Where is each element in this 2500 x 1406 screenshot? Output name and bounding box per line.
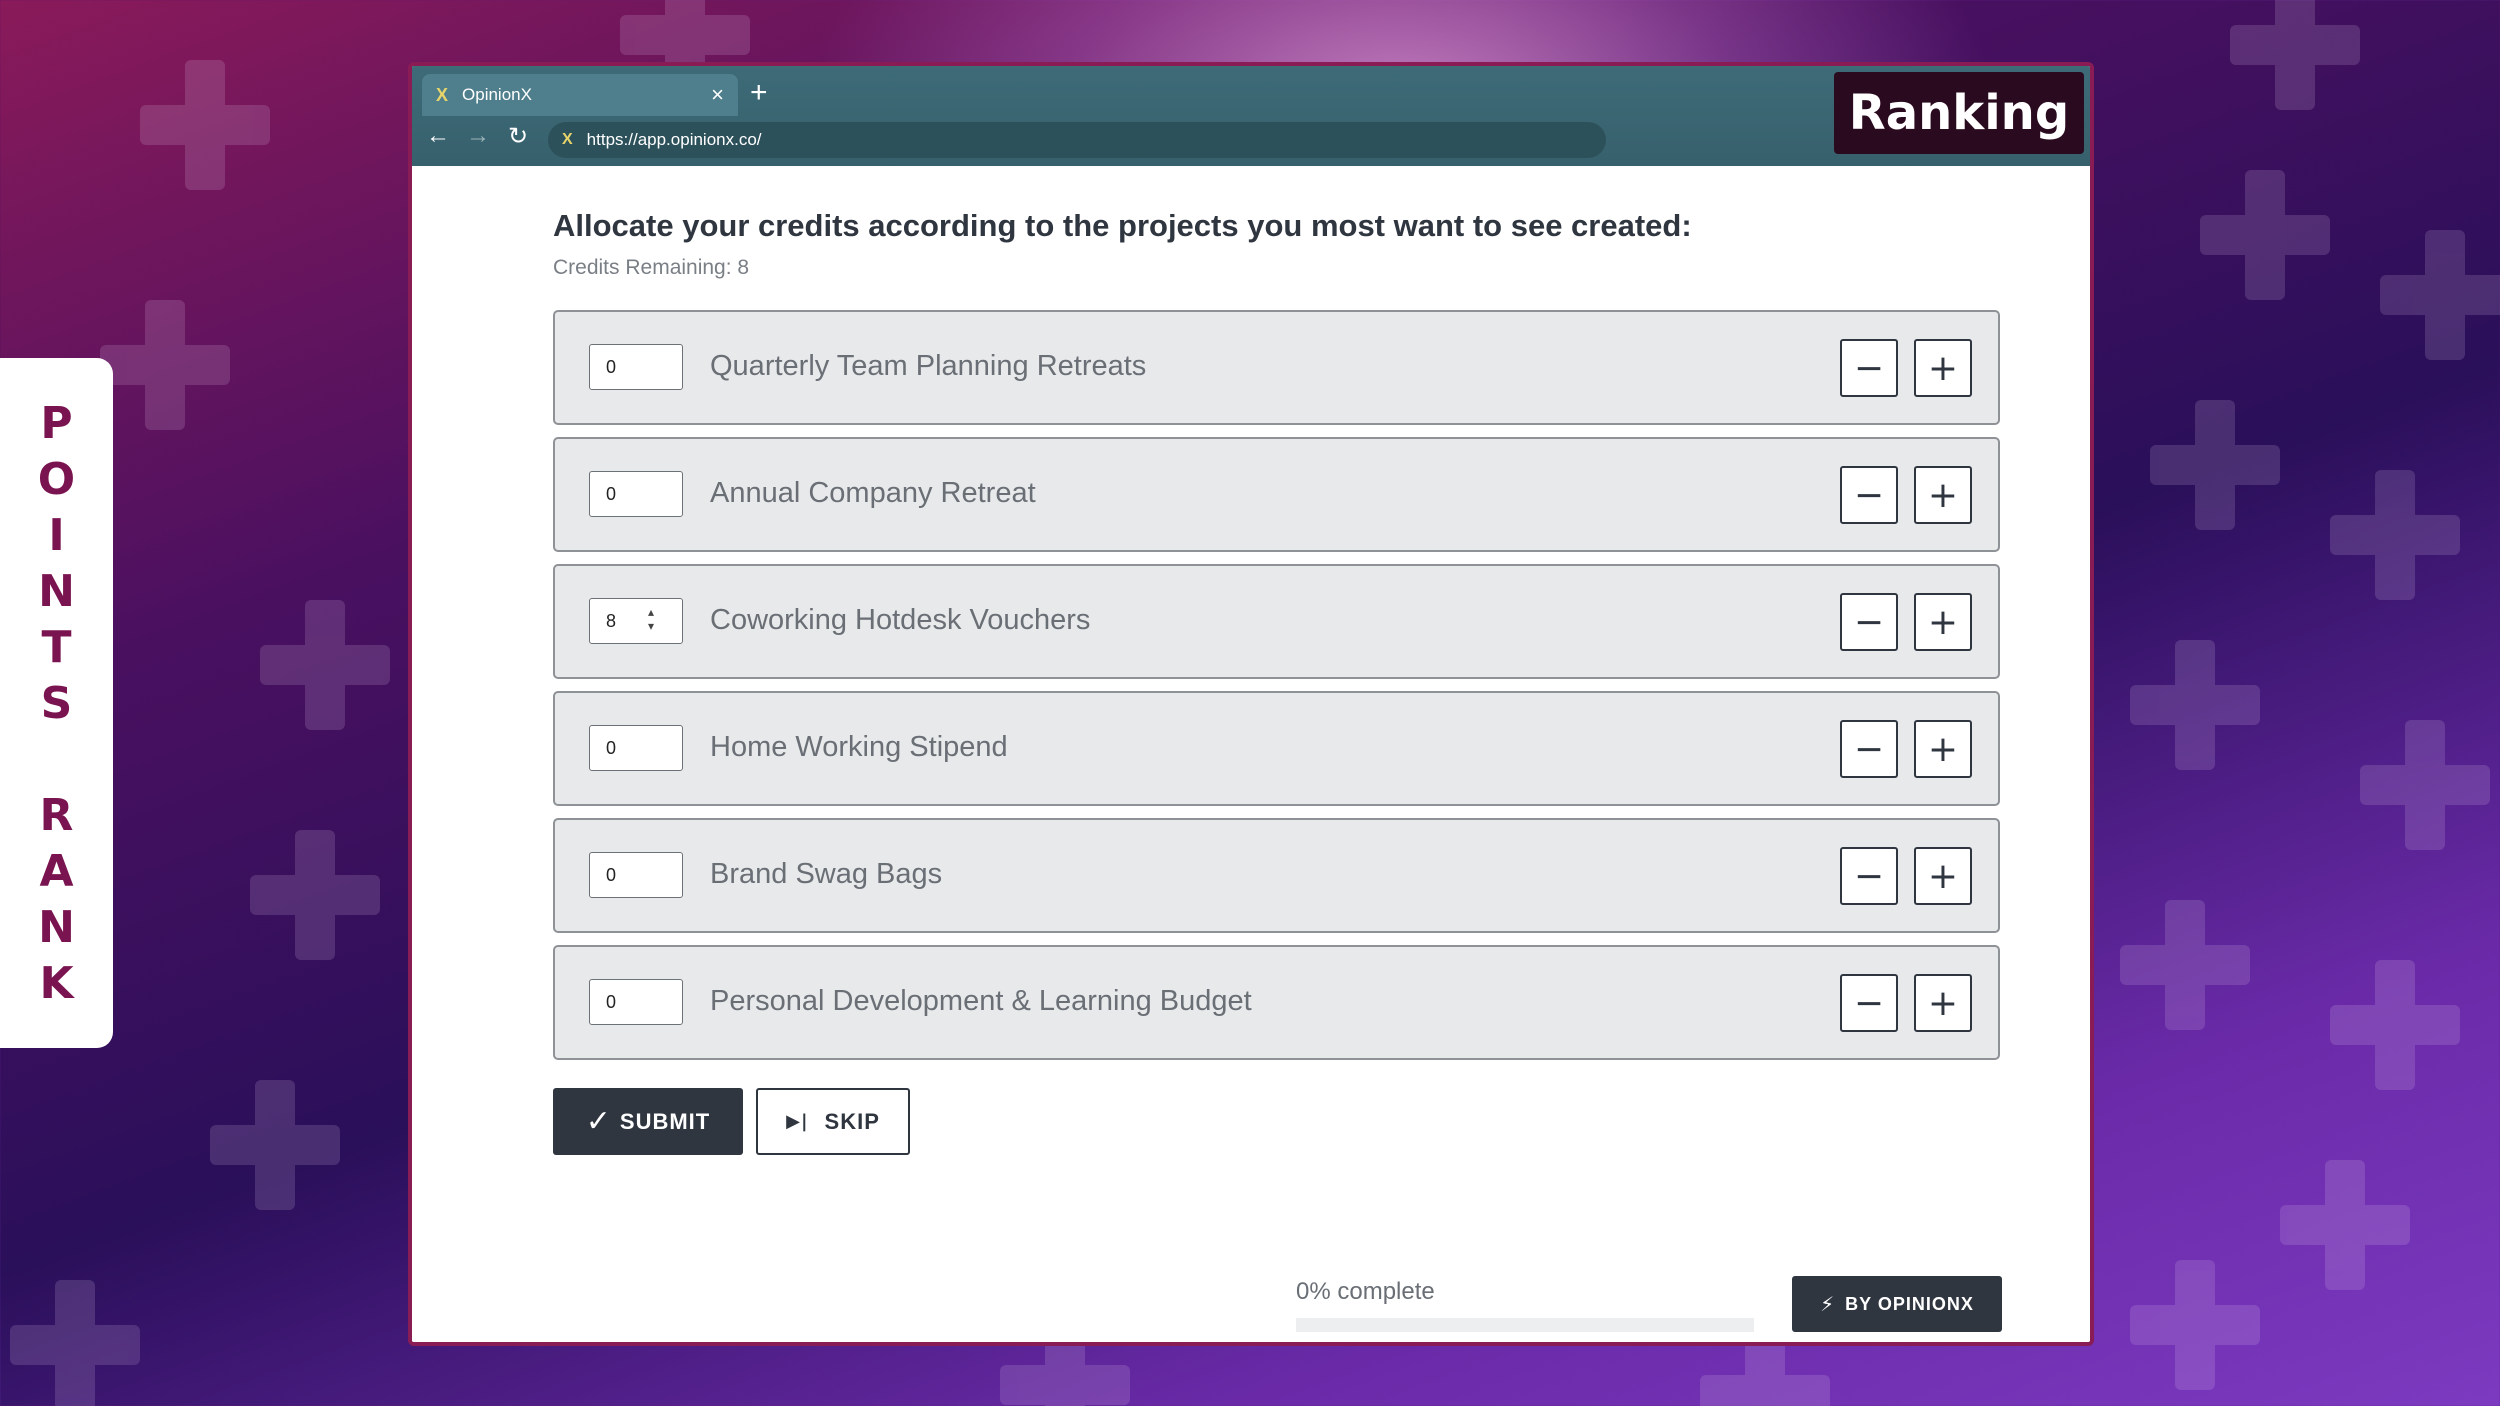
credit-quantity-input[interactable]: 0 <box>589 725 683 771</box>
allocation-list: 0 Quarterly Team Planning Retreats − + 0… <box>553 310 2000 1072</box>
item-label: Home Working Stipend <box>710 731 1008 763</box>
decrement-button[interactable]: − <box>1840 847 1898 905</box>
increment-button[interactable]: + <box>1914 466 1972 524</box>
new-tab-button[interactable]: + <box>750 76 768 110</box>
side-label-points-rank: P O I N T S R A N K <box>0 358 113 1048</box>
list-item: 0 Brand Swag Bags − + <box>553 818 2000 933</box>
item-label: Personal Development & Learning Budget <box>710 985 1252 1017</box>
checkmark-icon: ✓ <box>585 1104 612 1139</box>
quantity-value: 0 <box>606 357 617 377</box>
item-label: Coworking Hotdesk Vouchers <box>710 604 1091 636</box>
progress-bar <box>1296 1318 1754 1332</box>
skip-next-icon: ▶| <box>786 1111 809 1132</box>
side-letter: T <box>41 622 72 673</box>
side-letter: O <box>37 454 76 505</box>
submit-label: SUBMIT <box>619 1108 711 1134</box>
list-item: 0 Home Working Stipend − + <box>553 691 2000 806</box>
credit-quantity-input[interactable]: 0 <box>589 471 683 517</box>
back-arrow-icon[interactable]: ← <box>426 122 450 150</box>
forward-arrow-icon[interactable]: → <box>466 122 490 150</box>
side-letter: P <box>40 398 73 449</box>
browser-tab[interactable]: X OpinionX × <box>422 74 738 116</box>
lightning-icon: ⚡ <box>1820 1292 1836 1316</box>
close-tab-icon[interactable]: × <box>711 82 724 108</box>
side-letter: R <box>39 790 74 841</box>
site-favicon-icon: X <box>562 131 573 148</box>
decrement-button[interactable]: − <box>1840 720 1898 778</box>
list-item: 8 ▴ ▾ Coworking Hotdesk Vouchers − + <box>553 564 2000 679</box>
list-item: 0 Annual Company Retreat − + <box>553 437 2000 552</box>
item-label: Quarterly Team Planning Retreats <box>710 350 1147 382</box>
submit-button[interactable]: ✓ SUBMIT <box>553 1088 743 1155</box>
decrement-button[interactable]: − <box>1840 339 1898 397</box>
list-item: 0 Quarterly Team Planning Retreats − + <box>553 310 2000 425</box>
increment-button[interactable]: + <box>1914 720 1972 778</box>
increment-button[interactable]: + <box>1914 339 1972 397</box>
browser-window: X OpinionX × + ← → ↻ X https://app.opini… <box>408 62 2094 1346</box>
credits-remaining: Credits Remaining: 8 <box>553 256 750 279</box>
quantity-value: 0 <box>606 865 617 885</box>
decrement-button[interactable]: − <box>1840 466 1898 524</box>
increment-button[interactable]: + <box>1914 974 1972 1032</box>
page-title: Allocate your credits according to the p… <box>553 208 1692 243</box>
credit-quantity-input[interactable]: 0 <box>589 852 683 898</box>
increment-button[interactable]: + <box>1914 847 1972 905</box>
spinner-arrows-icon[interactable]: ▴ ▾ <box>648 605 654 633</box>
quantity-value: 0 <box>606 992 617 1012</box>
item-label: Annual Company Retreat <box>710 477 1036 509</box>
credit-quantity-input[interactable]: 8 ▴ ▾ <box>589 598 683 644</box>
list-item: 0 Personal Development & Learning Budget… <box>553 945 2000 1060</box>
url-text: https://app.opinionx.co/ <box>586 130 762 149</box>
decrement-button[interactable]: − <box>1840 593 1898 651</box>
decrement-button[interactable]: − <box>1840 974 1898 1032</box>
side-letter: S <box>40 678 73 729</box>
ranking-badge: Ranking <box>1834 72 2084 154</box>
quantity-value: 8 <box>606 611 617 631</box>
side-letter: A <box>39 846 74 897</box>
side-letter: K <box>39 958 74 1009</box>
increment-button[interactable]: + <box>1914 593 1972 651</box>
quantity-value: 0 <box>606 738 617 758</box>
credit-quantity-input[interactable]: 0 <box>589 344 683 390</box>
quantity-value: 0 <box>606 484 617 504</box>
browser-chrome: X OpinionX × + ← → ↻ X https://app.opini… <box>412 66 2090 166</box>
opinionx-favicon-icon: X <box>436 84 449 105</box>
tab-title: OpinionX <box>462 85 532 104</box>
by-opinionx-label: BY OPINIONX <box>1845 1293 1974 1314</box>
progress-label: 0% complete <box>1296 1278 1435 1305</box>
credit-quantity-input[interactable]: 0 <box>589 979 683 1025</box>
item-label: Brand Swag Bags <box>710 858 943 890</box>
side-letter: N <box>38 902 75 953</box>
reload-icon[interactable]: ↻ <box>508 122 528 151</box>
by-opinionx-button[interactable]: ⚡ BY OPINIONX <box>1792 1276 2002 1332</box>
address-bar[interactable]: X https://app.opinionx.co/ <box>548 122 1606 158</box>
side-letter: I <box>48 510 65 561</box>
skip-button[interactable]: ▶| SKIP <box>756 1088 910 1155</box>
skip-label: SKIP <box>824 1108 880 1134</box>
side-letter: N <box>38 566 75 617</box>
page-content: Allocate your credits according to the p… <box>412 166 2090 1342</box>
